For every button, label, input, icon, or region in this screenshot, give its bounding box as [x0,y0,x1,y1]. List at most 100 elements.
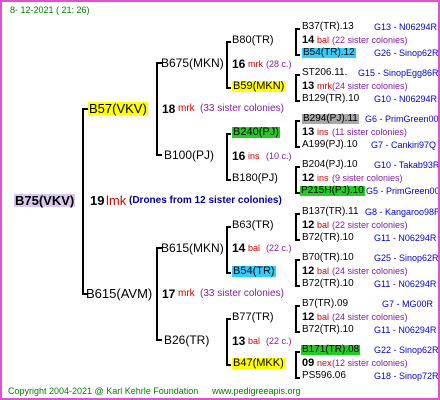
gen5-lineage-code: G8 - Kangaroo98R [365,207,440,217]
gen3-queen[interactable]: B100(PJ) [164,149,214,161]
gen3-queen[interactable]: B26(TR) [164,334,209,346]
connector [295,285,300,287]
connector [295,146,300,148]
gen5-drone-sisters: (12 sister colonies) [332,358,408,368]
connector [295,259,300,261]
gen4-drone-count: 16 [232,57,246,71]
root-drone-sisters: (Drones from 12 sister colonies) [129,195,282,206]
gen5-drone-count: 09 [302,357,315,369]
gen2-drone-unit: mrk [178,103,195,114]
gen5-lineage-code: G22 - Sinop62R [374,345,439,355]
connector [295,259,297,286]
gen4-drone-count: 14 [232,241,246,255]
gen4-queen[interactable]: B180(PJ) [232,173,278,184]
connector [295,120,297,147]
gen5-drone-count: 14 [302,34,315,46]
gen4-queen[interactable]: B240(PJ) [232,127,280,138]
website-link[interactable]: www.pedigreeapis.org [212,387,301,396]
gen4-drone-count: 13 [232,334,246,348]
gen5-drone-sisters: (24 sister colonies) [332,312,408,322]
root-drone-count: 19 [90,193,105,208]
connector [156,339,162,341]
gen4-drone-sisters: (28 c.) [266,59,292,69]
connector [226,41,228,88]
gen3-queen[interactable]: B615(MKN) [161,242,224,254]
root-drone-unit: lmk [106,193,127,208]
gen4-queen[interactable]: B54(TR) [232,266,276,277]
gen4-drone-unit: bal [248,336,261,346]
gen5-queen[interactable]: B129(TR).10 [302,94,359,104]
connector [226,318,231,320]
connector [156,154,162,156]
connector [226,364,231,366]
gen5-drone-sisters: (11 sister colonies) [332,127,407,137]
gen2-drone-sisters: (33 sister colonies) [200,103,284,114]
gen2-queen-b57[interactable]: B57(VKV) [88,102,148,115]
connector [295,74,297,101]
gen5-lineage-code: G5 - PrimGreen00 [366,186,440,196]
gen5-lineage-code: G11 - N06294R [374,325,437,335]
gen5-queen[interactable]: B37(TR).13 [302,22,354,32]
connector [295,239,300,241]
connector [295,166,297,193]
copyright-text: Copyright 2004-2021 @ Karl Kehrle Founda… [8,386,199,396]
gen2-drone-count: 17 [162,287,176,301]
connector [156,62,158,155]
gen5-queen[interactable]: B204(PJ).10 [302,160,358,170]
gen5-lineage-code: G11 - N06294R [374,233,437,243]
gen5-lineage-code: G26 - Sinop62R [374,48,439,58]
gen4-drone-unit: bal [248,243,261,253]
gen4-queen[interactable]: B77(TR) [232,312,274,323]
root-queen[interactable]: B75(VKV) [14,194,76,207]
connector [226,133,231,135]
gen5-drone-unit: bal [317,35,330,45]
connector [226,133,228,180]
gen5-queen[interactable]: B294(PJ).11 [302,114,359,124]
gen5-queen[interactable]: B54(TR).12 [302,48,356,58]
gen4-queen[interactable]: B63(TR) [232,220,274,231]
gen4-drone-sisters: (22 c.) [266,336,292,346]
gen5-drone-unit: ins [317,127,329,137]
gen4-drone-unit: mrk [248,59,263,69]
gen4-drone-count: 16 [232,149,246,163]
gen3-queen[interactable]: B675(MKN) [161,57,224,69]
gen5-queen[interactable]: B7(TR).09 [302,299,348,309]
connector [226,226,228,273]
gen5-queen[interactable]: A199(PJ).10 [302,140,358,150]
gen5-queen[interactable]: P215H(PJ).10 [300,186,365,196]
connector [295,166,300,168]
gen5-queen[interactable]: B72(TR).10 [302,279,354,289]
gen5-drone-unit: ins [317,173,329,183]
gen5-drone-unit: bal [317,312,330,322]
connector [295,213,300,215]
gen5-lineage-code: G10 - Takab93R [374,160,440,170]
gen5-lineage-code: G10 - N06294R [374,94,438,104]
connector [295,377,300,379]
gen5-queen[interactable]: B72(TR).10 [302,325,354,335]
connector [226,179,231,181]
gen5-queen[interactable]: B137(TR).11 [302,207,359,217]
connector [295,351,300,353]
connector [156,247,158,340]
gen4-queen[interactable]: B47(MKK) [232,358,285,369]
gen4-queen[interactable]: B59(MKN) [232,81,286,92]
gen5-queen[interactable]: B72(TR).10 [302,233,354,243]
connector [295,305,297,332]
gen2-queen-b615[interactable]: B615(AVM) [86,287,152,300]
gen5-queen[interactable]: B70(TR).10 [302,253,354,263]
gen5-lineage-code: G7 - Cankiri97Q [371,140,437,150]
gen5-drone-sisters: (24 sister colonies) [332,266,408,276]
gen5-queen[interactable]: PS596.06 [302,371,346,381]
gen5-lineage-code: G13 - N06294R [374,22,438,32]
gen5-queen[interactable]: ST206.11. [302,68,347,78]
connector [295,213,297,240]
gen5-drone-unit: bal [317,220,330,230]
gen4-queen[interactable]: B80(TR) [232,35,274,46]
gen5-drone-unit: mrk [317,81,332,91]
connector [295,74,300,76]
gen5-drone-count: 12 [302,172,315,184]
gen5-queen[interactable]: B171(TR).08 [301,345,361,355]
connector [295,351,297,378]
print-date: 8- 12-2021 ( 21: 26) [10,5,90,15]
gen5-drone-sisters: (22 sister colonies) [332,220,408,230]
